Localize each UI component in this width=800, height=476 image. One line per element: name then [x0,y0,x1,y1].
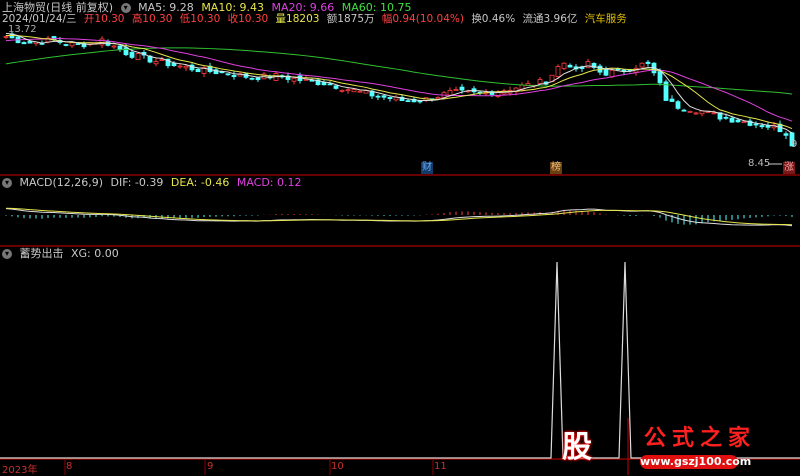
candle [255,77,261,81]
chevron-down-icon[interactable]: ▾ [2,178,12,188]
candle [63,44,69,46]
candle [231,74,237,78]
time-axis-label: 9 [207,461,214,472]
candle [603,69,609,76]
candle [351,89,357,93]
candle [27,41,33,44]
candle [177,65,183,68]
chevron-down-icon[interactable]: ▾ [2,249,12,259]
candle [669,98,675,102]
candle [555,66,561,78]
candle [687,110,693,113]
candle [291,77,297,82]
time-axis-label: 8 [66,461,73,472]
candle [561,62,567,69]
candle [69,42,75,47]
candle [729,117,735,123]
candle [783,133,789,136]
time-axis-label: 2023年 [2,465,38,476]
candle [567,64,573,68]
candle [759,125,765,128]
macd-dif: DIF: -0.39 [110,176,164,189]
dea-line [5,207,793,226]
watermark-name: 公式之家 [644,425,757,451]
candle [741,121,747,124]
right-price-label: 9 [791,139,798,150]
max-price-label: 13.72 [8,24,37,35]
indicator-xg: XG: 0.00 [71,247,119,260]
candle [435,97,441,100]
time-axis-label: 11 [434,461,447,472]
macd-value: MACD: 0.12 [236,176,302,189]
candle [537,79,543,84]
candle [333,85,339,89]
candle [183,65,189,69]
watermark-logo: 股 [562,430,592,465]
candle [405,100,411,103]
candle [753,123,759,126]
candle [681,109,687,112]
candle [111,45,117,48]
finance-tag[interactable]: 财 [421,162,433,174]
kline-chart[interactable] [0,0,800,475]
candle [117,45,123,50]
indicator-label: 蓄势出击 [19,247,64,260]
macd-header: ▾ MACD(12,26,9) DIF: -0.39 DEA: -0.46 MA… [2,176,306,189]
candle [675,101,681,109]
candle [693,112,699,115]
candle [711,112,717,115]
macd-dea: DEA: -0.46 [170,176,230,189]
candle [339,89,345,92]
dif-line [5,208,793,227]
candle [327,83,333,86]
candle [135,53,141,60]
candle [171,63,177,67]
candle [639,62,645,68]
min-price-label: 8.45 [748,158,771,169]
candle [123,47,129,56]
candle [357,90,363,93]
candle [447,90,453,96]
candle [609,69,615,78]
candle [195,68,201,73]
candle [381,95,387,98]
candle [249,77,255,80]
candle [585,61,591,69]
candle [453,89,459,91]
candle [75,43,81,45]
candle [153,61,159,65]
candle [375,95,381,98]
candle [129,52,135,58]
limit-up-tag[interactable]: 涨 [783,162,795,174]
candle [21,42,27,45]
candle [735,119,741,123]
candle [723,116,729,119]
candle [321,81,327,86]
candle [459,86,465,91]
time-axis-label: 10 [331,461,344,472]
candle [387,97,393,100]
candle [345,89,351,92]
candle [3,35,9,38]
candle [225,73,231,76]
macd-label: MACD(12,26,9) [19,176,104,189]
rank-tag[interactable]: 榜 [550,162,562,174]
watermark-url: www.gszj100.com [640,455,752,469]
indicator-header: ▾ 蓄势出击 XG: 0.00 [2,247,123,260]
candle [657,71,663,84]
candle [645,61,651,64]
candle [159,59,165,61]
